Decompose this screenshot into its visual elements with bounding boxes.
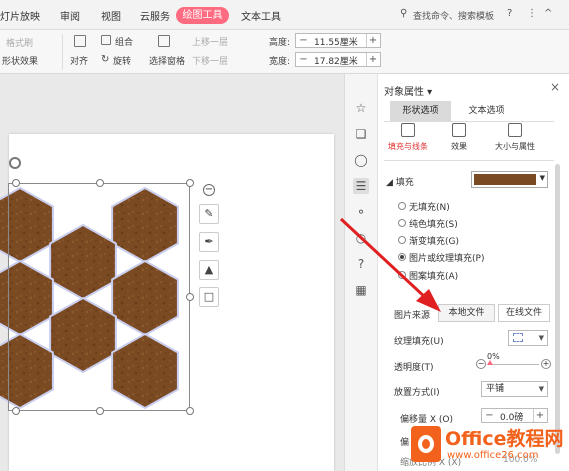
office-logo-mark [418, 435, 434, 453]
watermark-brand: Office教程网 [445, 428, 564, 450]
office-logo [411, 426, 441, 462]
watermark-url: www.office26.com [447, 450, 539, 461]
annotation-arrow [339, 217, 441, 312]
watermark: Office教程网 www.office26.com [409, 420, 569, 471]
